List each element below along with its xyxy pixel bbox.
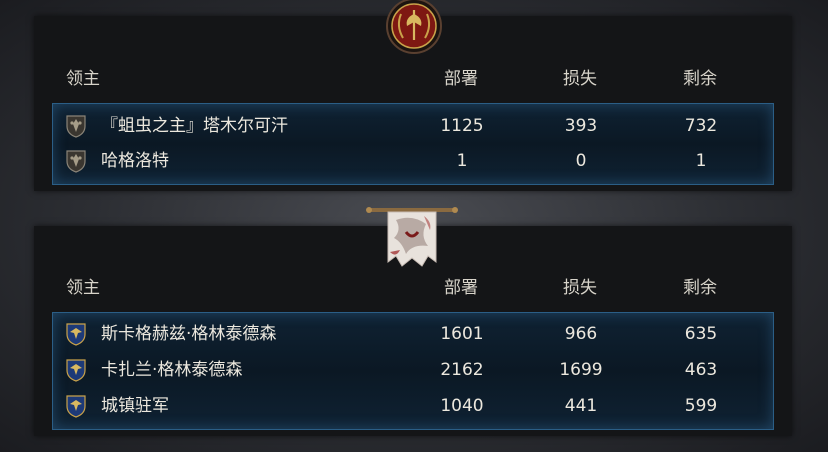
lord-row[interactable]: 卡扎兰·格林泰德森 2162 1699 463 [53, 352, 773, 388]
losses-value: 0 [575, 151, 587, 171]
lord-row[interactable]: 哈格洛特 1 0 1 [53, 143, 773, 179]
lord-row[interactable]: 『蛆虫之主』塔木尔可汗 1125 393 732 [53, 108, 773, 144]
wolf-banner-icon [366, 202, 458, 274]
lord-name: 卡扎兰·格林泰德森 [101, 360, 243, 380]
losses-value: 441 [564, 396, 598, 416]
losses-value: 966 [564, 324, 598, 344]
attacker-lords-list: 『蛆虫之主』塔木尔可汗 1125 393 732 哈格洛特 1 0 1 [52, 103, 774, 185]
lord-row[interactable]: 斯卡格赫兹·格林泰德森 1601 966 635 [53, 316, 773, 352]
lord-name: 斯卡格赫兹·格林泰德森 [101, 324, 277, 344]
header-remaining: 剩余 [683, 278, 717, 298]
deployed-value: 2162 [440, 360, 484, 380]
header-lord: 领主 [66, 278, 100, 298]
header-deployed: 部署 [444, 278, 478, 298]
attacker-header-row: 领主 部署 损失 剩余 [34, 64, 792, 89]
deployed-value: 1601 [440, 324, 484, 344]
deployed-value: 1 [456, 151, 468, 171]
faction-shield-icon [65, 149, 87, 173]
header-remaining: 剩余 [683, 69, 717, 89]
defender-header-row: 领主 部署 损失 剩余 [34, 273, 792, 298]
losses-value: 393 [564, 116, 598, 136]
remaining-value: 635 [684, 324, 718, 344]
remaining-value: 732 [684, 116, 718, 136]
eagle-shield-icon [65, 322, 87, 346]
deployed-value: 1040 [440, 396, 484, 416]
laurel-axe-emblem-icon [383, 0, 445, 56]
remaining-value: 1 [695, 151, 707, 171]
losses-value: 1699 [559, 360, 603, 380]
lord-name: 『蛆虫之主』塔木尔可汗 [101, 116, 288, 136]
header-lord: 领主 [66, 69, 100, 89]
defender-lords-list: 斯卡格赫兹·格林泰德森 1601 966 635 卡扎兰·格林泰德森 2162 … [52, 312, 774, 430]
header-losses: 损失 [563, 69, 597, 89]
eagle-shield-icon [65, 394, 87, 418]
header-deployed: 部署 [444, 69, 478, 89]
lord-name: 城镇驻军 [101, 396, 169, 416]
remaining-value: 463 [684, 360, 718, 380]
lord-row[interactable]: 城镇驻军 1040 441 599 [53, 388, 773, 424]
lord-name: 哈格洛特 [101, 151, 169, 171]
faction-shield-icon [65, 114, 87, 138]
remaining-value: 599 [684, 396, 718, 416]
header-losses: 损失 [563, 278, 597, 298]
eagle-shield-icon [65, 358, 87, 382]
deployed-value: 1125 [440, 116, 484, 136]
